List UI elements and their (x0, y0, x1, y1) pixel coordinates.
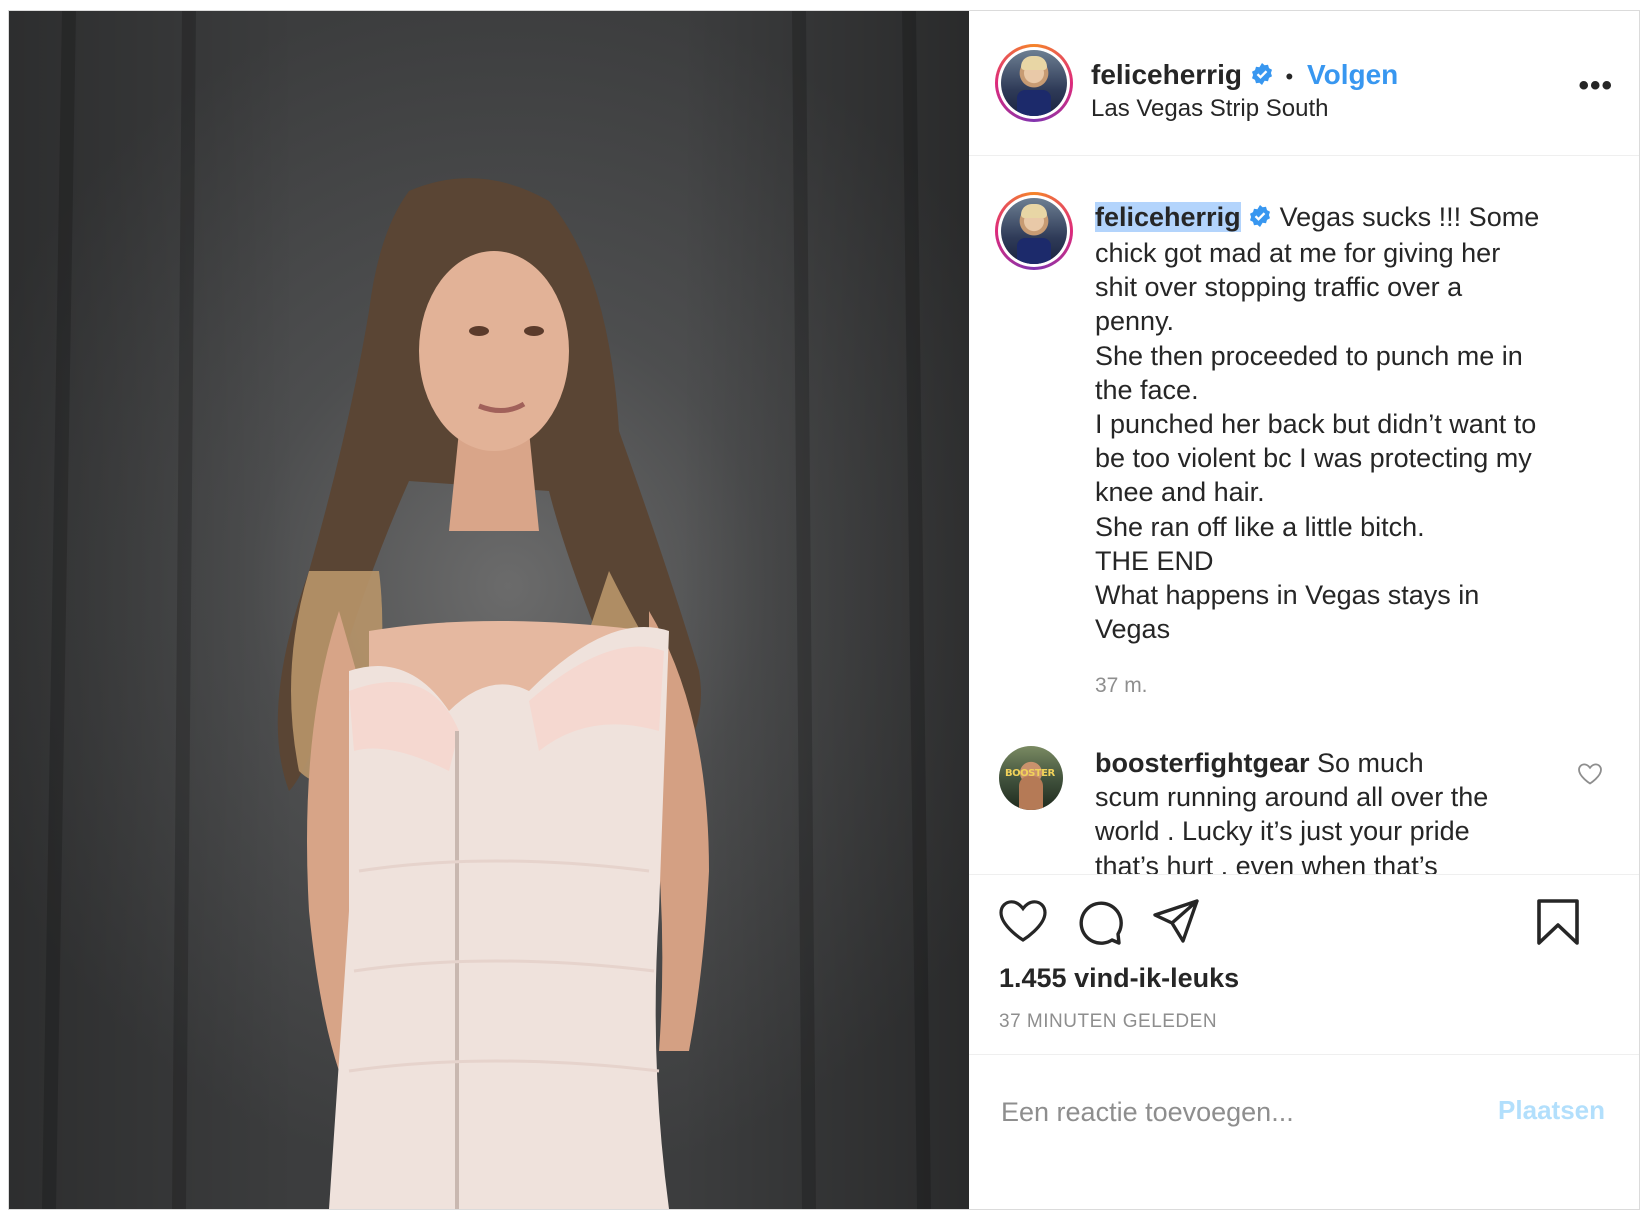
post-header: feliceherrig • Volgen Las Vegas Strip So… (969, 11, 1639, 156)
avatar-image (1001, 50, 1067, 116)
follow-button[interactable]: Volgen (1307, 59, 1398, 90)
comment-like-heart-icon[interactable] (1577, 762, 1603, 791)
caption-line: Vegas (1095, 614, 1171, 645)
post-location[interactable]: Las Vegas Strip South (1091, 95, 1329, 123)
commenter-avatar[interactable]: BOOSTER (999, 746, 1063, 810)
share-send-icon[interactable] (1151, 897, 1201, 950)
caption-line: knee and hair. (1095, 477, 1265, 508)
caption-line: She then proceeded to punch me in (1095, 340, 1523, 371)
caption-username[interactable]: feliceherrig (1095, 202, 1241, 232)
comment-input[interactable] (999, 1091, 1463, 1133)
caption-line: What happens in Vegas stays in (1095, 580, 1480, 610)
header-separator: • (1285, 64, 1294, 89)
comment-line: world . Lucky it’s just your pride (1095, 816, 1470, 847)
like-heart-icon[interactable] (997, 897, 1049, 950)
likes-count[interactable]: 1.455 vind-ik-leuks (999, 963, 1239, 994)
caption-line: She ran off like a little bitch. (1095, 511, 1425, 542)
caption-line: chick got mad at me for giving her (1095, 237, 1501, 268)
post-photo[interactable] (9, 11, 969, 1209)
comment-bubble-icon[interactable] (1075, 897, 1125, 952)
comment-line: that’s hurt , even when that’s (1095, 850, 1438, 874)
caption-line: penny. (1095, 306, 1175, 337)
post-side-panel: feliceherrig • Volgen Las Vegas Strip So… (969, 11, 1639, 1209)
avatar-frame (998, 47, 1070, 119)
comment-line: scum running around all over the (1095, 782, 1489, 813)
photo-illustration (42, 11, 931, 1209)
comment-item: boosterfightgear So much scum running ar… (1095, 746, 1575, 874)
caption-avatar-frame (998, 195, 1070, 267)
more-options-icon[interactable]: ••• (1578, 69, 1613, 103)
verified-badge-icon (1250, 61, 1274, 93)
caption-line: the face. (1095, 374, 1199, 405)
header-name-line: feliceherrig • Volgen (1091, 59, 1398, 93)
caption-line: be too violent bc I was protecting my (1095, 443, 1532, 474)
caption-line: THE END (1095, 545, 1214, 576)
caption-avatar-image (1001, 198, 1067, 264)
author-username[interactable]: feliceherrig (1091, 59, 1242, 90)
bookmark-icon[interactable] (1535, 897, 1581, 952)
commenter-username[interactable]: boosterfightgear (1095, 748, 1310, 778)
comments-list[interactable]: feliceherrig Vegas sucks !!! Some chick … (969, 156, 1639, 874)
post-dialog: feliceherrig • Volgen Las Vegas Strip So… (8, 10, 1640, 1210)
post-comment-button[interactable]: Plaatsen (1498, 1095, 1605, 1126)
comment-line: So much (1317, 748, 1424, 778)
caption-verified-badge-icon (1248, 202, 1272, 236)
caption-line: I punched her back but didn’t want to (1095, 408, 1537, 439)
post-actions: 1.455 vind-ik-leuks 37 MINUTEN GELEDEN (969, 874, 1639, 1055)
author-avatar[interactable] (995, 44, 1073, 122)
caption-age[interactable]: 37 m. (1095, 674, 1148, 698)
add-comment-bar: Plaatsen (969, 1054, 1639, 1210)
post-timestamp[interactable]: 37 MINUTEN GELEDEN (999, 1011, 1217, 1033)
caption-line: shit over stopping traffic over a (1095, 272, 1463, 303)
post-caption: feliceherrig Vegas sucks !!! Some chick … (1095, 200, 1575, 646)
caption-avatar[interactable] (995, 192, 1073, 270)
commenter-avatar-logo: BOOSTER (1005, 768, 1055, 779)
caption-line: Vegas sucks !!! Some (1279, 202, 1540, 232)
